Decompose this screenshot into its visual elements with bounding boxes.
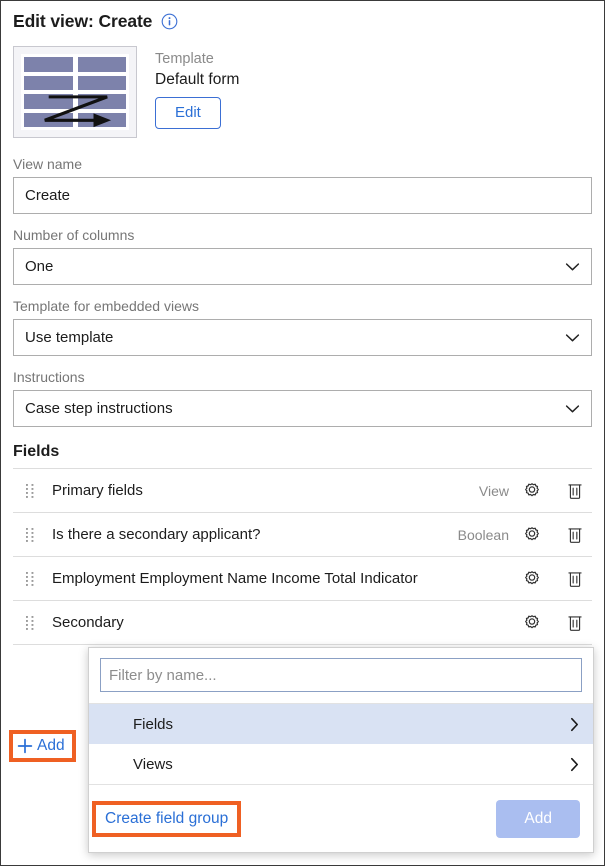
field-row-name: Employment Employment Name Income Total … — [52, 570, 418, 587]
instructions-value: Case step instructions — [25, 400, 173, 417]
instructions-label: Instructions — [13, 369, 85, 385]
field-row-name: Is there a secondary applicant? — [52, 526, 261, 543]
number-of-columns-value: One — [25, 258, 54, 275]
menu-item-views[interactable]: Views — [89, 744, 593, 784]
number-of-columns-select[interactable]: One — [13, 248, 592, 285]
table-row[interactable]: Secondary — [13, 601, 592, 645]
thumbnail-grid — [21, 54, 129, 130]
popup-footer: Create field group Add — [89, 784, 593, 852]
create-field-group-highlight-box: Create field group — [92, 800, 242, 837]
info-circle-icon[interactable] — [161, 13, 178, 30]
popup-menu: Fields Views — [89, 703, 593, 784]
menu-item-label: Views — [133, 755, 173, 773]
view-name-input[interactable]: Create — [13, 177, 592, 214]
drag-handle-icon[interactable] — [21, 526, 39, 544]
gear-icon[interactable] — [521, 612, 543, 634]
template-embedded-views-select[interactable]: Use template — [13, 319, 592, 356]
drag-handle-icon[interactable] — [21, 614, 39, 632]
add-field-button[interactable]: Add — [17, 737, 65, 755]
field-row-name: Primary fields — [52, 482, 143, 499]
template-block: Template Default form Edit — [13, 46, 592, 138]
thumbnail-bar — [77, 112, 126, 127]
number-of-columns-group: Number of columns One — [13, 227, 592, 285]
template-embedded-views-value: Use template — [25, 329, 114, 346]
drag-handle-icon[interactable] — [21, 482, 39, 500]
thumbnail-bar — [24, 57, 73, 72]
view-name-group: View name Create — [13, 156, 592, 214]
trash-icon[interactable] — [564, 612, 586, 634]
page-title: Edit view: Create — [13, 11, 153, 31]
panel-content: Edit view: Create Template Default form … — [1, 1, 604, 645]
template-label: Template — [155, 51, 214, 67]
number-of-columns-label: Number of columns — [13, 227, 135, 243]
chevron-down-icon — [565, 333, 580, 341]
gear-icon[interactable] — [521, 524, 543, 546]
fields-heading: Fields — [13, 443, 60, 460]
edit-view-panel: Edit view: Create Template Default form … — [0, 0, 605, 866]
trash-icon[interactable] — [564, 524, 586, 546]
thumbnail-bar — [24, 94, 73, 109]
popup-search-area — [89, 648, 593, 703]
chevron-right-icon — [570, 757, 579, 771]
thumbnail-bar — [77, 75, 126, 90]
default-form-template-thumbnail[interactable] — [13, 46, 137, 138]
thumbnail-bar — [77, 57, 126, 72]
chevron-down-icon — [565, 262, 580, 270]
menu-item-fields[interactable]: Fields — [89, 704, 593, 744]
view-name-label: View name — [13, 156, 83, 172]
add-field-popup: Fields Views Create field group Add — [88, 647, 594, 853]
thumbnail-bar — [24, 75, 73, 90]
instructions-select[interactable]: Case step instructions — [13, 390, 592, 427]
popup-add-button[interactable]: Add — [496, 799, 580, 838]
chevron-down-icon — [565, 404, 580, 412]
chevron-right-icon — [570, 717, 579, 731]
template-value: Default form — [155, 70, 240, 88]
menu-item-label: Fields — [133, 715, 174, 733]
edit-template-button[interactable]: Edit — [155, 97, 221, 130]
template-meta: Template Default form Edit — [155, 46, 239, 138]
gear-icon[interactable] — [521, 480, 543, 502]
instructions-group: Instructions Case step instructions — [13, 369, 592, 427]
template-embedded-views-label: Template for embedded views — [13, 298, 199, 314]
fields-list: Primary fields View Is there a secondary… — [13, 468, 592, 645]
add-field-label: Add — [37, 737, 65, 754]
drag-handle-icon[interactable] — [21, 570, 39, 588]
filter-input[interactable] — [100, 658, 582, 692]
field-row-name: Secondary — [52, 614, 124, 631]
plus-icon — [17, 738, 33, 754]
field-row-type: Boolean — [457, 526, 509, 543]
field-row-type: View — [478, 482, 509, 499]
create-field-group-link[interactable]: Create field group — [105, 810, 228, 827]
add-field-highlight-box: Add — [9, 730, 76, 762]
gear-icon[interactable] — [521, 568, 543, 590]
thumbnail-bar — [77, 94, 126, 109]
table-row[interactable]: Primary fields View — [13, 469, 592, 513]
table-row[interactable]: Is there a secondary applicant? Boolean — [13, 513, 592, 557]
trash-icon[interactable] — [564, 568, 586, 590]
template-embedded-views-group: Template for embedded views Use template — [13, 298, 592, 356]
table-row[interactable]: Employment Employment Name Income Total … — [13, 557, 592, 601]
trash-icon[interactable] — [564, 480, 586, 502]
thumbnail-bar — [24, 112, 73, 127]
view-name-value: Create — [25, 187, 71, 204]
panel-header: Edit view: Create — [13, 11, 592, 32]
